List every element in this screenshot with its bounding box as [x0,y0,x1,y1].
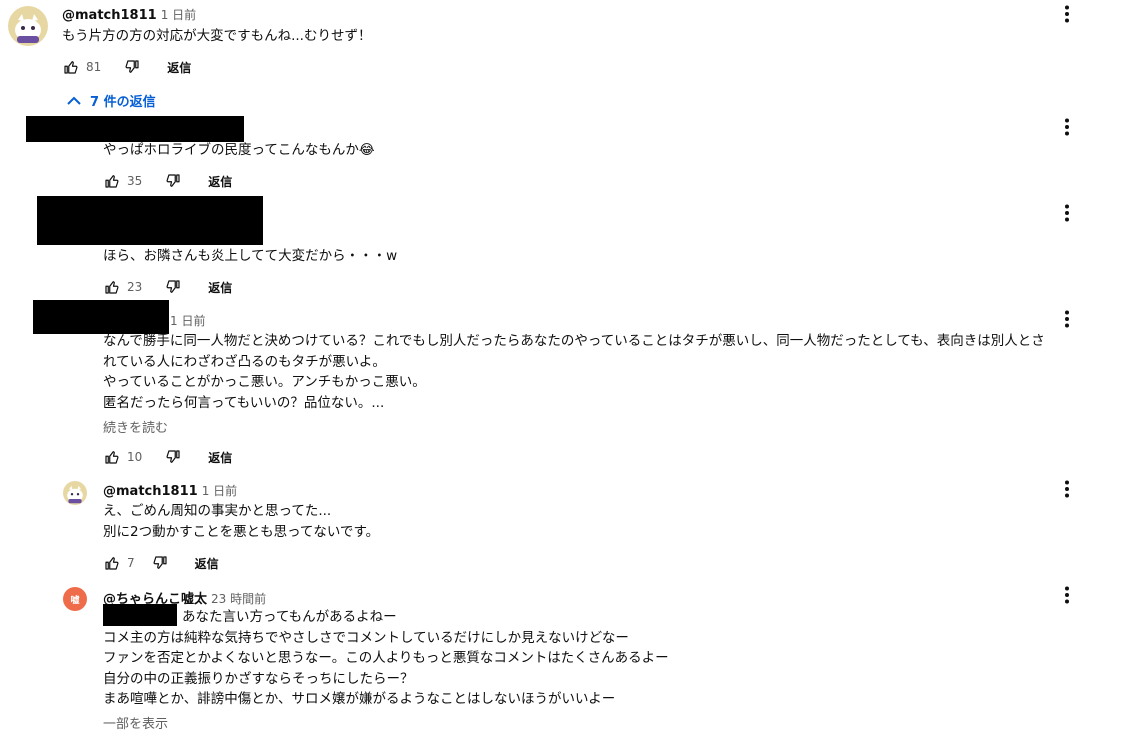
reply-author-line: @match1811 1 日前 [103,482,237,499]
like-icon[interactable] [103,554,121,572]
kebab-icon [1065,204,1069,222]
like-count: 23 [127,280,143,294]
reply-text-line: ファンを否定とかよくないと思うなー。この人よりもっと悪質なコメントはたくさんある… [103,650,669,666]
dislike-icon[interactable] [164,278,182,296]
reply-actions: 7 返信 [103,553,219,573]
reply-menu-button[interactable] [1057,117,1077,137]
reply-author[interactable]: @match1811 [103,484,198,499]
dislike-icon[interactable] [164,172,182,190]
reply-time[interactable]: 1 日前 [202,484,237,498]
reply-menu-button[interactable] [1057,203,1077,223]
kebab-icon [1065,118,1069,136]
reply-text-line: え、ごめん周知の事実かと思ってた... [103,503,332,519]
redacted-avatar-author [37,196,263,245]
reply-button[interactable]: 返信 [208,279,232,296]
reply-text-line: コメ主の方は純粋な気持ちでやさしさでコメントしているだけにしか見えないけどなー [103,630,629,646]
reply-text-line: れている人にわざわざ凸るのもタチが悪いよ。 [103,354,386,370]
avatar-charanko[interactable]: 嘘 [63,587,87,611]
reply-button[interactable]: 返信 [195,555,219,572]
kebab-icon [1065,5,1069,23]
show-part-button[interactable]: 一部を表示 [103,713,168,732]
like-icon[interactable] [103,172,121,190]
comment-author-line: @match1811 1 日前 [62,6,196,23]
avatar-letter: 嘘 [70,595,80,606]
like-count: 7 [127,556,135,570]
redacted-avatar-author [33,300,169,334]
comment-author[interactable]: @match1811 [62,8,157,23]
comment-menu-button[interactable] [1057,4,1077,24]
reply-text-line: 匿名だったら何言ってもいいの？品位ない。... [103,395,385,411]
comment-actions: 81 返信 [62,57,191,77]
like-count: 35 [127,174,143,188]
reply-time[interactable]: 23 時間前 [211,592,266,606]
reply-menu-button[interactable] [1057,309,1077,329]
like-count: 81 [86,60,102,74]
comment-text: もう片方の方の対応が大変ですもんね...むりせず！ [62,28,372,44]
kebab-icon [1065,586,1069,604]
reply-text-line: なんで勝手に同一人物だと決めつけている？これでもし別人だったらあなたのやっている… [103,333,1045,349]
dislike-icon[interactable] [164,448,182,466]
redacted-mention [103,604,177,626]
reply-text-line: やっていることがかっこ悪い。アンチもかっこ悪い。 [103,374,426,390]
like-count: 10 [127,450,143,464]
reply-text-line: 別に2つ動かすことを悪とも思ってないです。 [103,524,380,540]
redacted-avatar-author [26,116,244,142]
read-more-button[interactable]: 続きを読む [103,417,168,436]
reply-actions: 35 返信 [103,171,232,191]
like-icon[interactable] [103,448,121,466]
reply-button[interactable]: 返信 [208,449,232,466]
reply-text-line: まあ喧嘩とか、誹謗中傷とか、サロメ嬢が嫌がるようなことはしないほうがいいよー [103,691,616,707]
reply-button[interactable]: 返信 [167,59,191,76]
reply-actions: 10 返信 [103,447,232,467]
replies-toggle-button[interactable]: 7 件の返信 [66,91,156,110]
replies-toggle-label: 7 件の返信 [90,95,156,110]
reply-text-line: 自分の中の正義振りかざすならそっちにしたらー？ [103,671,414,687]
like-icon[interactable] [62,58,80,76]
avatar-match1811[interactable] [8,6,48,46]
dislike-icon[interactable] [123,58,141,76]
dislike-icon[interactable] [151,554,169,572]
chevron-up-icon [67,96,81,105]
like-icon[interactable] [103,278,121,296]
avatar-match1811[interactable] [63,481,87,505]
reply-menu-button[interactable] [1057,479,1077,499]
reply-text: ほら、お隣さんも炎上してて大変だから・・・w [103,248,398,264]
comment-time[interactable]: 1 日前 [161,8,196,22]
kebab-icon [1065,480,1069,498]
kebab-icon [1065,310,1069,328]
reply-actions: 23 返信 [103,277,232,297]
reply-button[interactable]: 返信 [208,173,232,190]
reply-time[interactable]: 1 日前 [170,312,205,329]
reply-text: やっぱホロライブの民度ってこんなもんか😂 [103,142,375,158]
reply-text-line: あなた言い方ってもんがあるよねー [182,609,397,625]
reply-menu-button[interactable] [1057,585,1077,605]
